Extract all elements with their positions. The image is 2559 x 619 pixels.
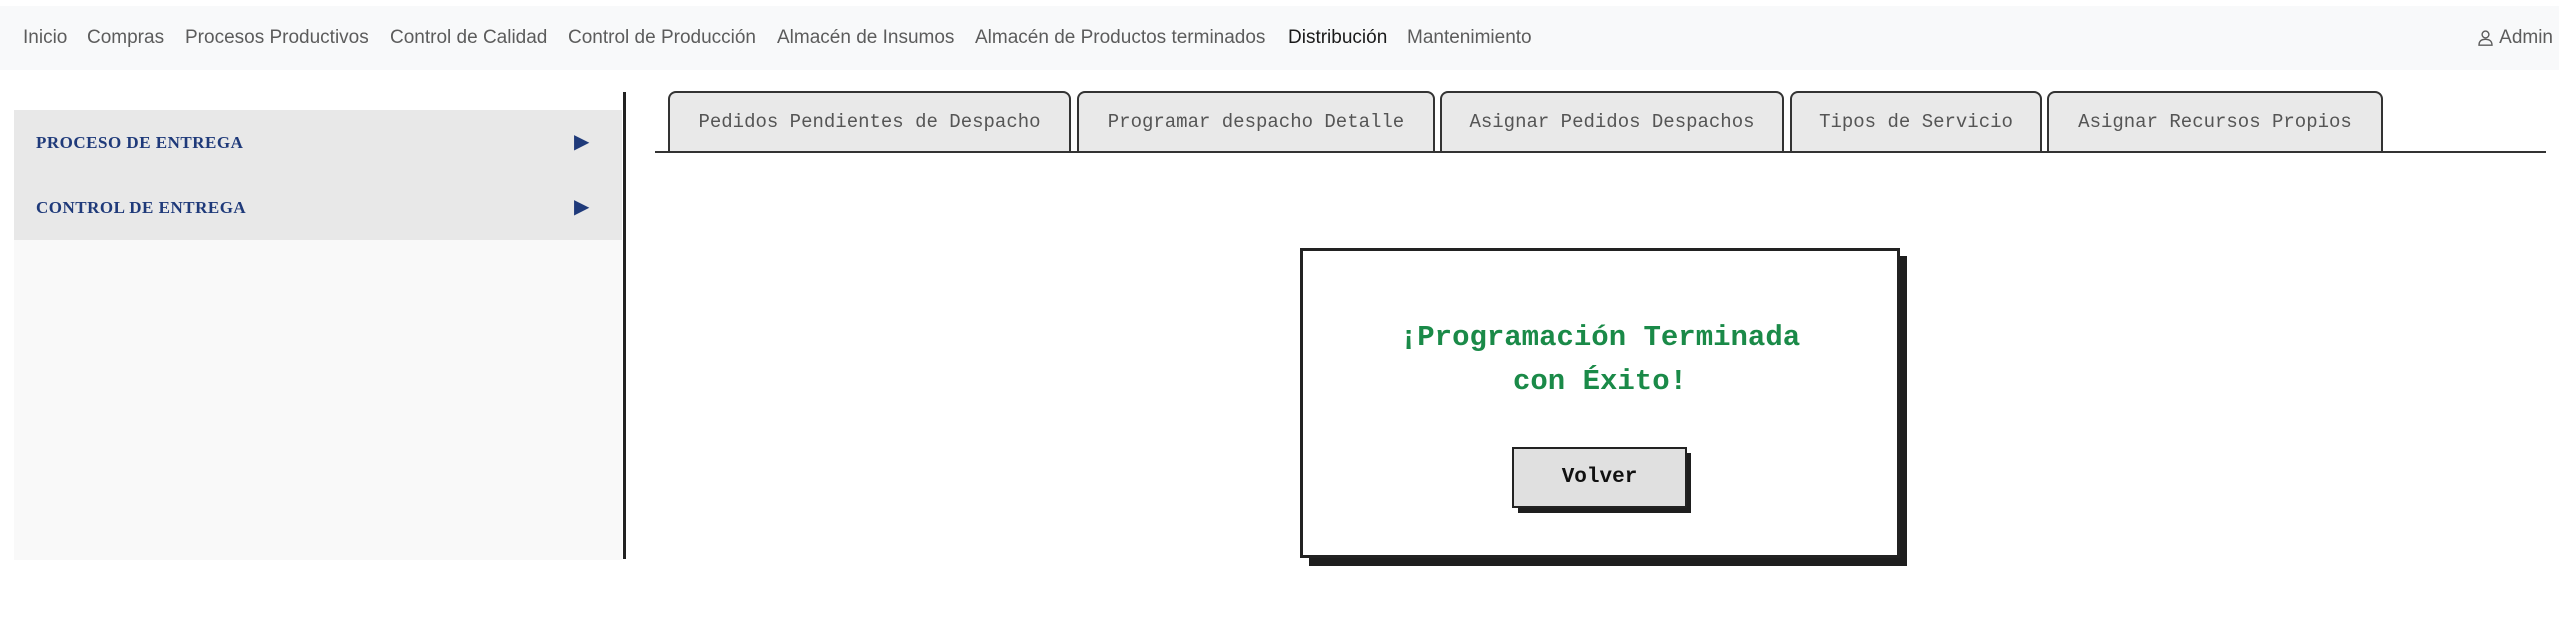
tab-programar-despacho-detalle[interactable]: Programar despacho Detalle (1077, 91, 1435, 151)
volver-button[interactable]: Volver (1512, 447, 1687, 508)
nav-item-control-de-produccion[interactable]: Control de Producción (568, 6, 756, 70)
tab-pedidos-pendientes-de-despacho[interactable]: Pedidos Pendientes de Despacho (668, 91, 1071, 151)
sidebar-item-proceso-de-entrega[interactable]: PROCESO DE ENTREGA ▶ (14, 110, 622, 175)
nav-item-almacen-de-insumos[interactable]: Almacén de Insumos (777, 6, 954, 70)
play-arrow-icon: ▶ (574, 196, 590, 218)
nav-item-inicio[interactable]: Inicio (23, 6, 67, 70)
nav-item-almacen-de-productos-terminados[interactable]: Almacén de Productos terminados (975, 6, 1265, 70)
sidebar-menu: PROCESO DE ENTREGA ▶ CONTROL DE ENTREGA … (14, 110, 622, 240)
nav-item-distribucion[interactable]: Distribución (1288, 6, 1387, 70)
tab-tipos-de-servicio[interactable]: Tipos de Servicio (1790, 91, 2042, 151)
tab-asignar-recursos-propios[interactable]: Asignar Recursos Propios (2047, 91, 2383, 151)
admin-label: Admin (2499, 27, 2553, 48)
user-icon (2478, 30, 2493, 46)
nav-item-compras[interactable]: Compras (87, 6, 164, 70)
play-arrow-icon: ▶ (574, 131, 590, 153)
sidebar-item-control-de-entrega[interactable]: CONTROL DE ENTREGA ▶ (14, 175, 622, 240)
sidebar-item-label: CONTROL DE ENTREGA (36, 198, 247, 217)
success-message-line-2: con Éxito! (1512, 365, 1688, 398)
tabs-baseline (655, 151, 2546, 153)
sidebar: PROCESO DE ENTREGA ▶ CONTROL DE ENTREGA … (14, 110, 622, 560)
sidebar-divider (623, 92, 626, 559)
top-navbar: Inicio Compras Procesos Productivos Cont… (0, 6, 2559, 70)
admin-user-menu[interactable]: Admin (2478, 6, 2553, 70)
tab-asignar-pedidos-despachos[interactable]: Asignar Pedidos Despachos (1440, 91, 1784, 151)
nav-item-control-de-calidad[interactable]: Control de Calidad (390, 6, 547, 70)
nav-item-mantenimiento[interactable]: Mantenimiento (1407, 6, 1532, 70)
success-message-line-1: ¡Programación Terminada (1399, 321, 1801, 354)
nav-item-procesos-productivos[interactable]: Procesos Productivos (185, 6, 369, 70)
success-message: ¡Programación Terminada con Éxito! (1303, 316, 1897, 404)
sidebar-item-label: PROCESO DE ENTREGA (36, 133, 244, 152)
